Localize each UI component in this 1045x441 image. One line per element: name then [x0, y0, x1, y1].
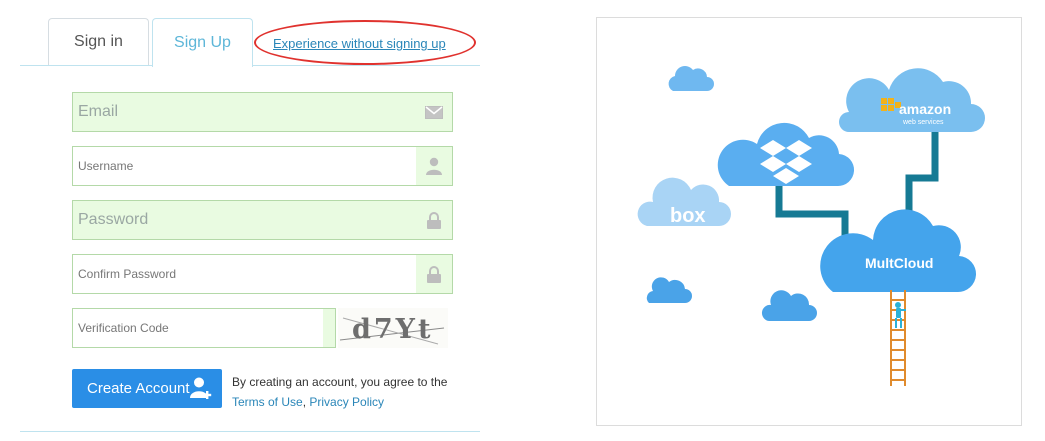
- amazon-subtitle: web services: [902, 119, 944, 126]
- amazon-label: amazon: [899, 101, 951, 117]
- agreement-prefix: By creating an account, you agree to the: [232, 375, 448, 389]
- username-field-wrapper: [72, 146, 453, 186]
- add-user-icon: [190, 376, 214, 404]
- terms-of-use-link[interactable]: Terms of Use: [232, 395, 303, 409]
- box-cloud-icon: box: [637, 177, 731, 227]
- user-icon: [416, 147, 452, 185]
- multcloud-label: MultCloud: [865, 255, 933, 271]
- agreement-text: By creating an account, you agree to the…: [232, 372, 447, 412]
- experience-without-signing-up-link[interactable]: Experience without signing up: [273, 36, 446, 51]
- privacy-policy-link[interactable]: Privacy Policy: [309, 395, 384, 409]
- captcha-text: d7Yt: [352, 314, 433, 345]
- small-cloud-icon: [646, 277, 692, 303]
- tab-sign-in[interactable]: Sign in: [48, 18, 149, 65]
- password-field-wrapper: [72, 200, 453, 240]
- agreement-separator: ,: [302, 395, 307, 409]
- multcloud-illustration: box amazon web services MultCloud: [596, 17, 1022, 426]
- confirm-password-field-wrapper: [72, 254, 453, 294]
- username-input[interactable]: [73, 147, 416, 185]
- lock-icon: [416, 255, 452, 293]
- verification-code-input[interactable]: [73, 309, 323, 347]
- small-cloud-icon: [668, 66, 714, 91]
- tab-sign-up[interactable]: Sign Up: [152, 18, 253, 67]
- confirm-password-input[interactable]: [73, 255, 416, 293]
- dropbox-cloud-icon: [717, 122, 855, 187]
- verification-field-strip: [323, 309, 335, 347]
- small-cloud-icon: [761, 290, 817, 321]
- email-field-wrapper: [72, 92, 453, 132]
- create-account-button[interactable]: Create Account: [72, 369, 222, 408]
- create-account-label: Create Account: [87, 380, 190, 397]
- box-label: box: [670, 205, 706, 227]
- lock-icon: [416, 201, 452, 239]
- captcha-image[interactable]: d7Yt: [338, 308, 448, 348]
- email-input[interactable]: [73, 93, 452, 131]
- amazon-cloud-icon: amazon web services: [839, 68, 985, 132]
- envelope-icon: [416, 93, 452, 131]
- verification-code-field-wrapper: [72, 308, 336, 348]
- password-input[interactable]: [73, 201, 452, 239]
- form-bottom-divider: [20, 431, 480, 432]
